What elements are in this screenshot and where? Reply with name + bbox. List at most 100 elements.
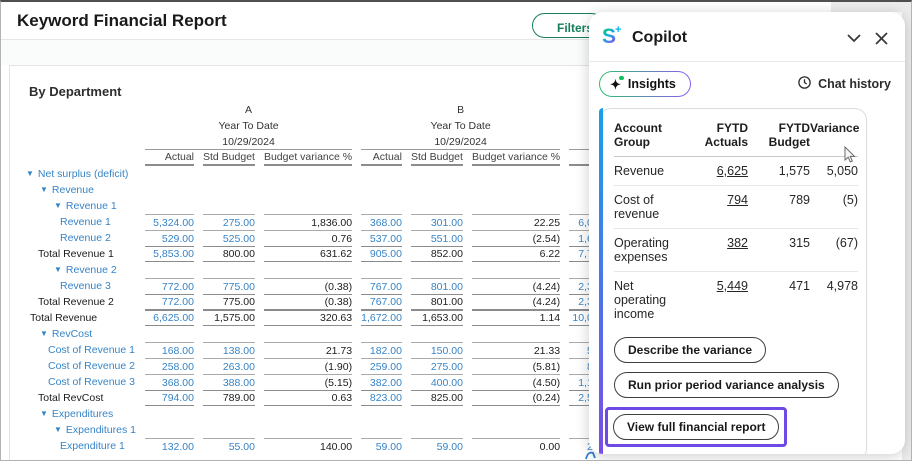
value-cell-link — [145, 182, 194, 198]
value-cell-link[interactable]: 794.00 — [145, 390, 194, 406]
value-cell-link[interactable]: 59.00 — [361, 438, 402, 454]
value-cell-link[interactable]: 5,324.00 — [145, 214, 194, 230]
value-cell-link[interactable]: 905.00 — [361, 246, 402, 262]
table-row: ▼ Net surplus (deficit) — [10, 166, 619, 182]
value-cell-link — [361, 406, 402, 422]
value-cell: (2.54) — [472, 230, 560, 246]
table-row: Total Revenue 2772.00775.00(0.38)767.008… — [10, 294, 619, 310]
row-label-link[interactable]: Revenue 2 — [66, 264, 117, 276]
sage-copilot-logo-icon: S + — [602, 23, 624, 53]
value-cell-link[interactable]: 1,672.00 — [361, 310, 402, 326]
value-cell-link — [361, 326, 402, 342]
action-button-1[interactable]: Run prior period variance analysis — [614, 372, 839, 398]
row-label-link[interactable]: Expenditures 1 — [66, 424, 136, 436]
value-cell-link[interactable]: 301.00 — [411, 214, 463, 230]
value-cell-link[interactable]: 263.00 — [203, 358, 255, 374]
collapse-triangle-icon[interactable]: ▼ — [54, 201, 62, 210]
account-group-cell: Revenue — [614, 157, 686, 186]
insights-table: Account Group FYTD Actuals FYTD Budget V… — [614, 117, 858, 328]
row-label-link[interactable]: Revenue 2 — [60, 232, 111, 244]
chat-history-button[interactable]: Chat history — [797, 75, 891, 93]
highlight-box: View full financial report — [605, 407, 787, 447]
row-label-link[interactable]: Cost of Revenue 1 — [48, 344, 135, 356]
value-cell-link[interactable]: 382.00 — [361, 374, 402, 390]
value-cell-link[interactable]: 182.00 — [361, 342, 402, 358]
value-cell — [411, 198, 463, 214]
value-cell-link[interactable]: 55.00 — [203, 438, 255, 454]
value-cell-link[interactable]: 258.00 — [145, 358, 194, 374]
collapse-triangle-icon[interactable]: ▼ — [54, 265, 62, 274]
fytd-actuals-link[interactable]: 794 — [727, 193, 748, 207]
collapse-triangle-icon[interactable]: ▼ — [40, 409, 48, 418]
row-label-link[interactable]: Expenditures — [52, 408, 113, 420]
value-cell: 1.14 — [472, 310, 560, 326]
value-cell-link[interactable]: 529.00 — [145, 230, 194, 246]
collapse-triangle-icon[interactable]: ▼ — [40, 185, 48, 194]
value-cell: (5.15) — [264, 374, 352, 390]
value-cell-link[interactable]: 259.00 — [361, 358, 402, 374]
value-cell-link — [145, 326, 194, 342]
row-label-link[interactable]: Revenue — [52, 184, 94, 196]
svg-text:S: S — [602, 25, 616, 48]
value-cell — [411, 406, 463, 422]
value-cell-link[interactable]: 275.00 — [411, 358, 463, 374]
row-label-link[interactable]: Revenue 1 — [66, 200, 117, 212]
value-cell-link[interactable]: 400.00 — [411, 374, 463, 390]
value-cell: 0.00 — [472, 438, 560, 454]
row-label-link[interactable]: Expenditure 1 — [60, 440, 125, 452]
value-cell-link — [145, 166, 194, 182]
value-cell-link[interactable]: 368.00 — [145, 374, 194, 390]
value-cell-link[interactable]: 801.00 — [411, 278, 463, 294]
value-cell-link[interactable]: 775.00 — [203, 278, 255, 294]
value-cell-link[interactable]: 368.00 — [361, 214, 402, 230]
value-cell-link[interactable]: 537.00 — [361, 230, 402, 246]
row-label-link[interactable]: Net surplus (deficit) — [38, 168, 128, 180]
value-cell: 1,653.00 — [411, 310, 463, 326]
value-cell-link[interactable]: 150.00 — [411, 342, 463, 358]
tab-insights[interactable]: ✦ Insights — [599, 71, 691, 97]
value-cell-link[interactable]: 6,625.00 — [145, 310, 194, 326]
value-cell-link[interactable]: 772.00 — [145, 294, 194, 310]
row-label-link[interactable]: Revenue 3 — [60, 280, 111, 292]
value-cell-link[interactable]: 388.00 — [203, 374, 255, 390]
fytd-actuals-link[interactable]: 5,449 — [717, 279, 748, 293]
value-cell — [264, 422, 352, 438]
collapse-triangle-icon[interactable]: ▼ — [54, 425, 62, 434]
row-label-link[interactable]: Cost of Revenue 3 — [48, 376, 135, 388]
value-cell — [203, 326, 255, 342]
value-cell-link[interactable]: 132.00 — [145, 438, 194, 454]
value-cell — [472, 262, 560, 278]
value-cell-link[interactable]: 59.00 — [411, 438, 463, 454]
value-cell-link[interactable]: 767.00 — [361, 294, 402, 310]
close-icon[interactable] — [872, 29, 891, 48]
value-cell-link[interactable]: 138.00 — [203, 342, 255, 358]
value-cell-link[interactable]: 823.00 — [361, 390, 402, 406]
value-cell: 0.76 — [264, 230, 352, 246]
value-cell-link[interactable]: 772.00 — [145, 278, 194, 294]
collapse-triangle-icon[interactable]: ▼ — [26, 169, 34, 178]
value-cell-link[interactable]: 551.00 — [411, 230, 463, 246]
table-row: Cost of Revenue 2258.00263.00(1.90)259.0… — [10, 358, 619, 374]
row-label-link[interactable]: Cost of Revenue 2 — [48, 360, 135, 372]
row-label-total: Total RevCost — [38, 392, 103, 404]
table-row: Cost of Revenue 3 368.00 388.00 (5.15) 382.0… — [10, 374, 619, 390]
fytd-actuals-link[interactable]: 382 — [727, 236, 748, 250]
table-row: ▼ Revenue — [10, 182, 619, 198]
value-cell-link[interactable]: 525.00 — [203, 230, 255, 246]
chevron-down-icon[interactable] — [844, 31, 864, 45]
action-button-2[interactable]: View full financial report — [613, 414, 779, 440]
action-button-0[interactable]: Describe the variance — [614, 337, 766, 363]
value-cell-link[interactable]: 767.00 — [361, 278, 402, 294]
value-cell-link — [145, 406, 194, 422]
table-row: ▼ Expenditures — [10, 406, 619, 422]
value-cell: 21.33 — [472, 342, 560, 358]
copilot-panel: S + Copilot ✦ Insights Chat hist — [589, 12, 905, 454]
row-label-link[interactable]: RevCost — [52, 328, 92, 340]
fytd-actuals-link[interactable]: 6,625 — [717, 164, 748, 178]
value-cell-link[interactable]: 168.00 — [145, 342, 194, 358]
collapse-triangle-icon[interactable]: ▼ — [40, 329, 48, 338]
row-label-link[interactable]: Revenue 1 — [60, 216, 111, 228]
value-cell-link[interactable]: 5,853.00 — [145, 246, 194, 262]
sparkle-icon: ✦ — [610, 78, 621, 91]
value-cell-link[interactable]: 275.00 — [203, 214, 255, 230]
